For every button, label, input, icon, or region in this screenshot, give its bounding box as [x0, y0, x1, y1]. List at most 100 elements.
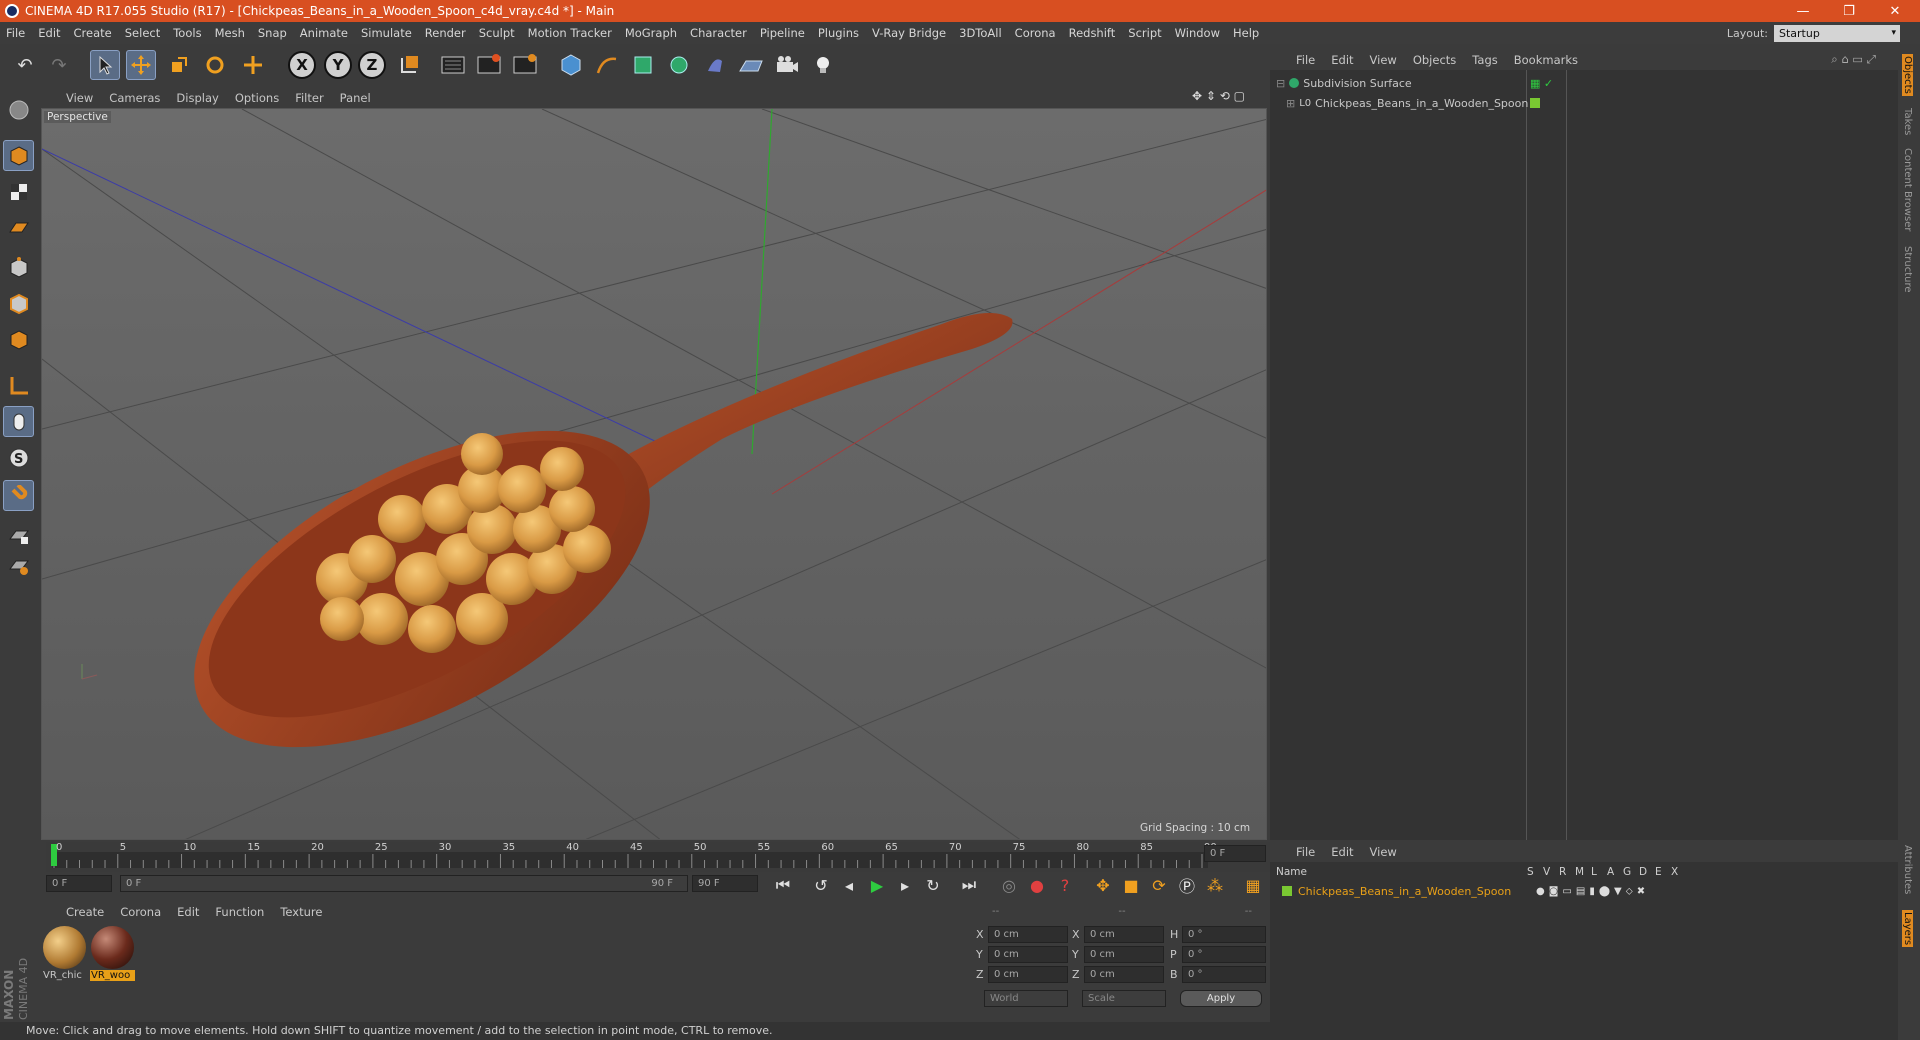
menu-tools[interactable]: Tools — [173, 26, 201, 40]
key-rotation-icon[interactable]: ⟳ — [1146, 873, 1172, 897]
menu-mesh[interactable]: Mesh — [215, 26, 245, 40]
points-mode-icon[interactable] — [3, 252, 34, 283]
menu-file[interactable]: File — [6, 26, 25, 40]
workplane-mode-icon[interactable] — [3, 212, 34, 243]
layer-menu-view[interactable]: View — [1370, 845, 1397, 859]
material-menu-edit[interactable]: Edit — [177, 905, 199, 919]
menu-corona[interactable]: Corona — [1015, 26, 1056, 40]
rotate-tool-icon[interactable] — [200, 50, 230, 80]
viewport-menu-cameras[interactable]: Cameras — [109, 91, 160, 105]
rotation-h-field[interactable]: 0 ° — [1182, 926, 1266, 943]
y-axis-lock[interactable]: Y — [324, 51, 352, 79]
key-parameter-icon[interactable]: Ⓟ — [1174, 873, 1200, 897]
redo-icon[interactable]: ↷ — [44, 50, 74, 80]
viewport-menu-filter[interactable]: Filter — [295, 91, 323, 105]
magnet-icon[interactable] — [3, 480, 34, 511]
mograph-cloner-icon[interactable] — [664, 50, 694, 80]
tab-layers[interactable]: Layers — [1902, 910, 1913, 948]
layer-color-swatch[interactable] — [1282, 886, 1292, 896]
lock-workplane-icon[interactable] — [3, 520, 34, 551]
start-frame-field[interactable]: 0 F — [46, 875, 112, 892]
menu-select[interactable]: Select — [125, 26, 160, 40]
tab-objects[interactable]: Objects — [1902, 54, 1913, 96]
menu-mograph[interactable]: MoGraph — [625, 26, 677, 40]
enabled-check-icon[interactable]: ▦ ✓ — [1530, 77, 1553, 90]
edges-mode-icon[interactable] — [3, 288, 34, 319]
coordinate-system-icon[interactable] — [394, 50, 424, 80]
x-axis-lock[interactable]: X — [288, 51, 316, 79]
obj-manager-search-icon[interactable]: ⌕ ⌂ ▭ ⤢ — [1831, 52, 1876, 67]
world-dropdown[interactable]: World — [984, 990, 1068, 1007]
cube-primitive-icon[interactable] — [556, 50, 586, 80]
go-to-end-icon[interactable]: ⏭ — [956, 873, 982, 897]
layer-toggle-icons[interactable]: ●◙▭▤▮⬤▼⬦✖ — [1536, 886, 1649, 897]
viewport-menu-options[interactable]: Options — [235, 91, 279, 105]
obj-menu-bookmarks[interactable]: Bookmarks — [1514, 53, 1578, 67]
keyframe-selection-icon[interactable]: ◎ — [996, 873, 1022, 897]
layer-menu-file[interactable]: File — [1296, 845, 1315, 859]
subdivision-surface-icon[interactable] — [628, 50, 658, 80]
menu-create[interactable]: Create — [74, 26, 112, 40]
menu-character[interactable]: Character — [690, 26, 747, 40]
axis-mode-icon[interactable] — [3, 370, 34, 401]
menu-snap[interactable]: Snap — [258, 26, 287, 40]
frame-range-slider[interactable]: 0 F 90 F — [120, 875, 688, 892]
spline-pen-icon[interactable] — [592, 50, 622, 80]
menu-pipeline[interactable]: Pipeline — [760, 26, 805, 40]
rotation-p-field[interactable]: 0 ° — [1182, 946, 1266, 963]
menu-help[interactable]: Help — [1233, 26, 1259, 40]
viewport-menu-display[interactable]: Display — [176, 91, 218, 105]
render-picture-viewer-icon[interactable] — [474, 50, 504, 80]
tweak-mode-icon[interactable] — [3, 406, 34, 437]
rotation-b-field[interactable]: 0 ° — [1182, 966, 1266, 983]
key-position-icon[interactable]: ✥ — [1090, 873, 1116, 897]
polygons-mode-icon[interactable] — [3, 324, 34, 355]
menu-simulate[interactable]: Simulate — [361, 26, 412, 40]
obj-menu-tags[interactable]: Tags — [1472, 53, 1497, 67]
floor-scene-icon[interactable] — [736, 50, 766, 80]
render-view-icon[interactable] — [438, 50, 468, 80]
size-x-field[interactable]: 0 cm — [1084, 926, 1164, 943]
expand-icon[interactable]: ⊞ — [1286, 97, 1295, 110]
deformer-icon[interactable] — [700, 50, 730, 80]
tab-content-browser[interactable]: Content Browser — [1902, 148, 1913, 231]
menu-window[interactable]: Window — [1175, 26, 1220, 40]
scale-dropdown[interactable]: Scale — [1082, 990, 1166, 1007]
material-menu-corona[interactable]: Corona — [120, 905, 161, 919]
previous-key-icon[interactable]: ↺ — [808, 873, 834, 897]
play-icon[interactable]: ▶ — [864, 873, 890, 897]
key-scale-icon[interactable]: ■ — [1118, 873, 1144, 897]
size-z-field[interactable]: 0 cm — [1084, 966, 1164, 983]
3d-viewport[interactable] — [41, 108, 1267, 840]
viewport-menu-view[interactable]: View — [66, 91, 93, 105]
size-y-field[interactable]: 0 cm — [1084, 946, 1164, 963]
material-chickpea[interactable]: VR_chic — [42, 925, 87, 985]
viewport-navigation-icon[interactable]: ✥ ⇕ ⟲ ▢ — [1192, 89, 1245, 103]
undo-icon[interactable]: ↶ — [10, 50, 40, 80]
material-menu-function[interactable]: Function — [215, 905, 264, 919]
close-button[interactable]: ✕ — [1872, 0, 1918, 22]
current-frame-field[interactable]: 0 F — [1204, 845, 1266, 862]
move-tool-icon[interactable] — [126, 50, 156, 80]
menu-3dtoall[interactable]: 3DToAll — [959, 26, 1002, 40]
minimize-button[interactable]: — — [1780, 0, 1826, 22]
timeline-window-icon[interactable]: ▦ — [1240, 873, 1266, 897]
snapping-icon[interactable]: S — [3, 442, 34, 473]
model-mode-icon[interactable] — [3, 140, 34, 171]
menu-animate[interactable]: Animate — [300, 26, 348, 40]
go-to-start-icon[interactable]: ⏮ — [770, 873, 796, 897]
record-active-icon[interactable]: ● — [1024, 873, 1050, 897]
viewport-menu-panel[interactable]: Panel — [340, 91, 371, 105]
menu-vray-bridge[interactable]: V-Ray Bridge — [872, 26, 946, 40]
position-z-field[interactable]: 0 cm — [988, 966, 1068, 983]
light-bulb-icon[interactable] — [808, 50, 838, 80]
next-key-icon[interactable]: ↻ — [920, 873, 946, 897]
transform-tool-icon[interactable] — [238, 50, 268, 80]
layer-row[interactable]: Chickpeas_Beans_in_a_Wooden_Spoon ●◙▭▤▮⬤… — [1282, 882, 1645, 900]
material-menu-create[interactable]: Create — [66, 905, 104, 919]
obj-menu-view[interactable]: View — [1370, 53, 1397, 67]
tab-attributes[interactable]: Attributes — [1902, 845, 1913, 894]
autokey-icon[interactable]: ? — [1052, 873, 1078, 897]
workplane-snap-icon[interactable] — [3, 550, 34, 581]
material-menu-texture[interactable]: Texture — [280, 905, 322, 919]
